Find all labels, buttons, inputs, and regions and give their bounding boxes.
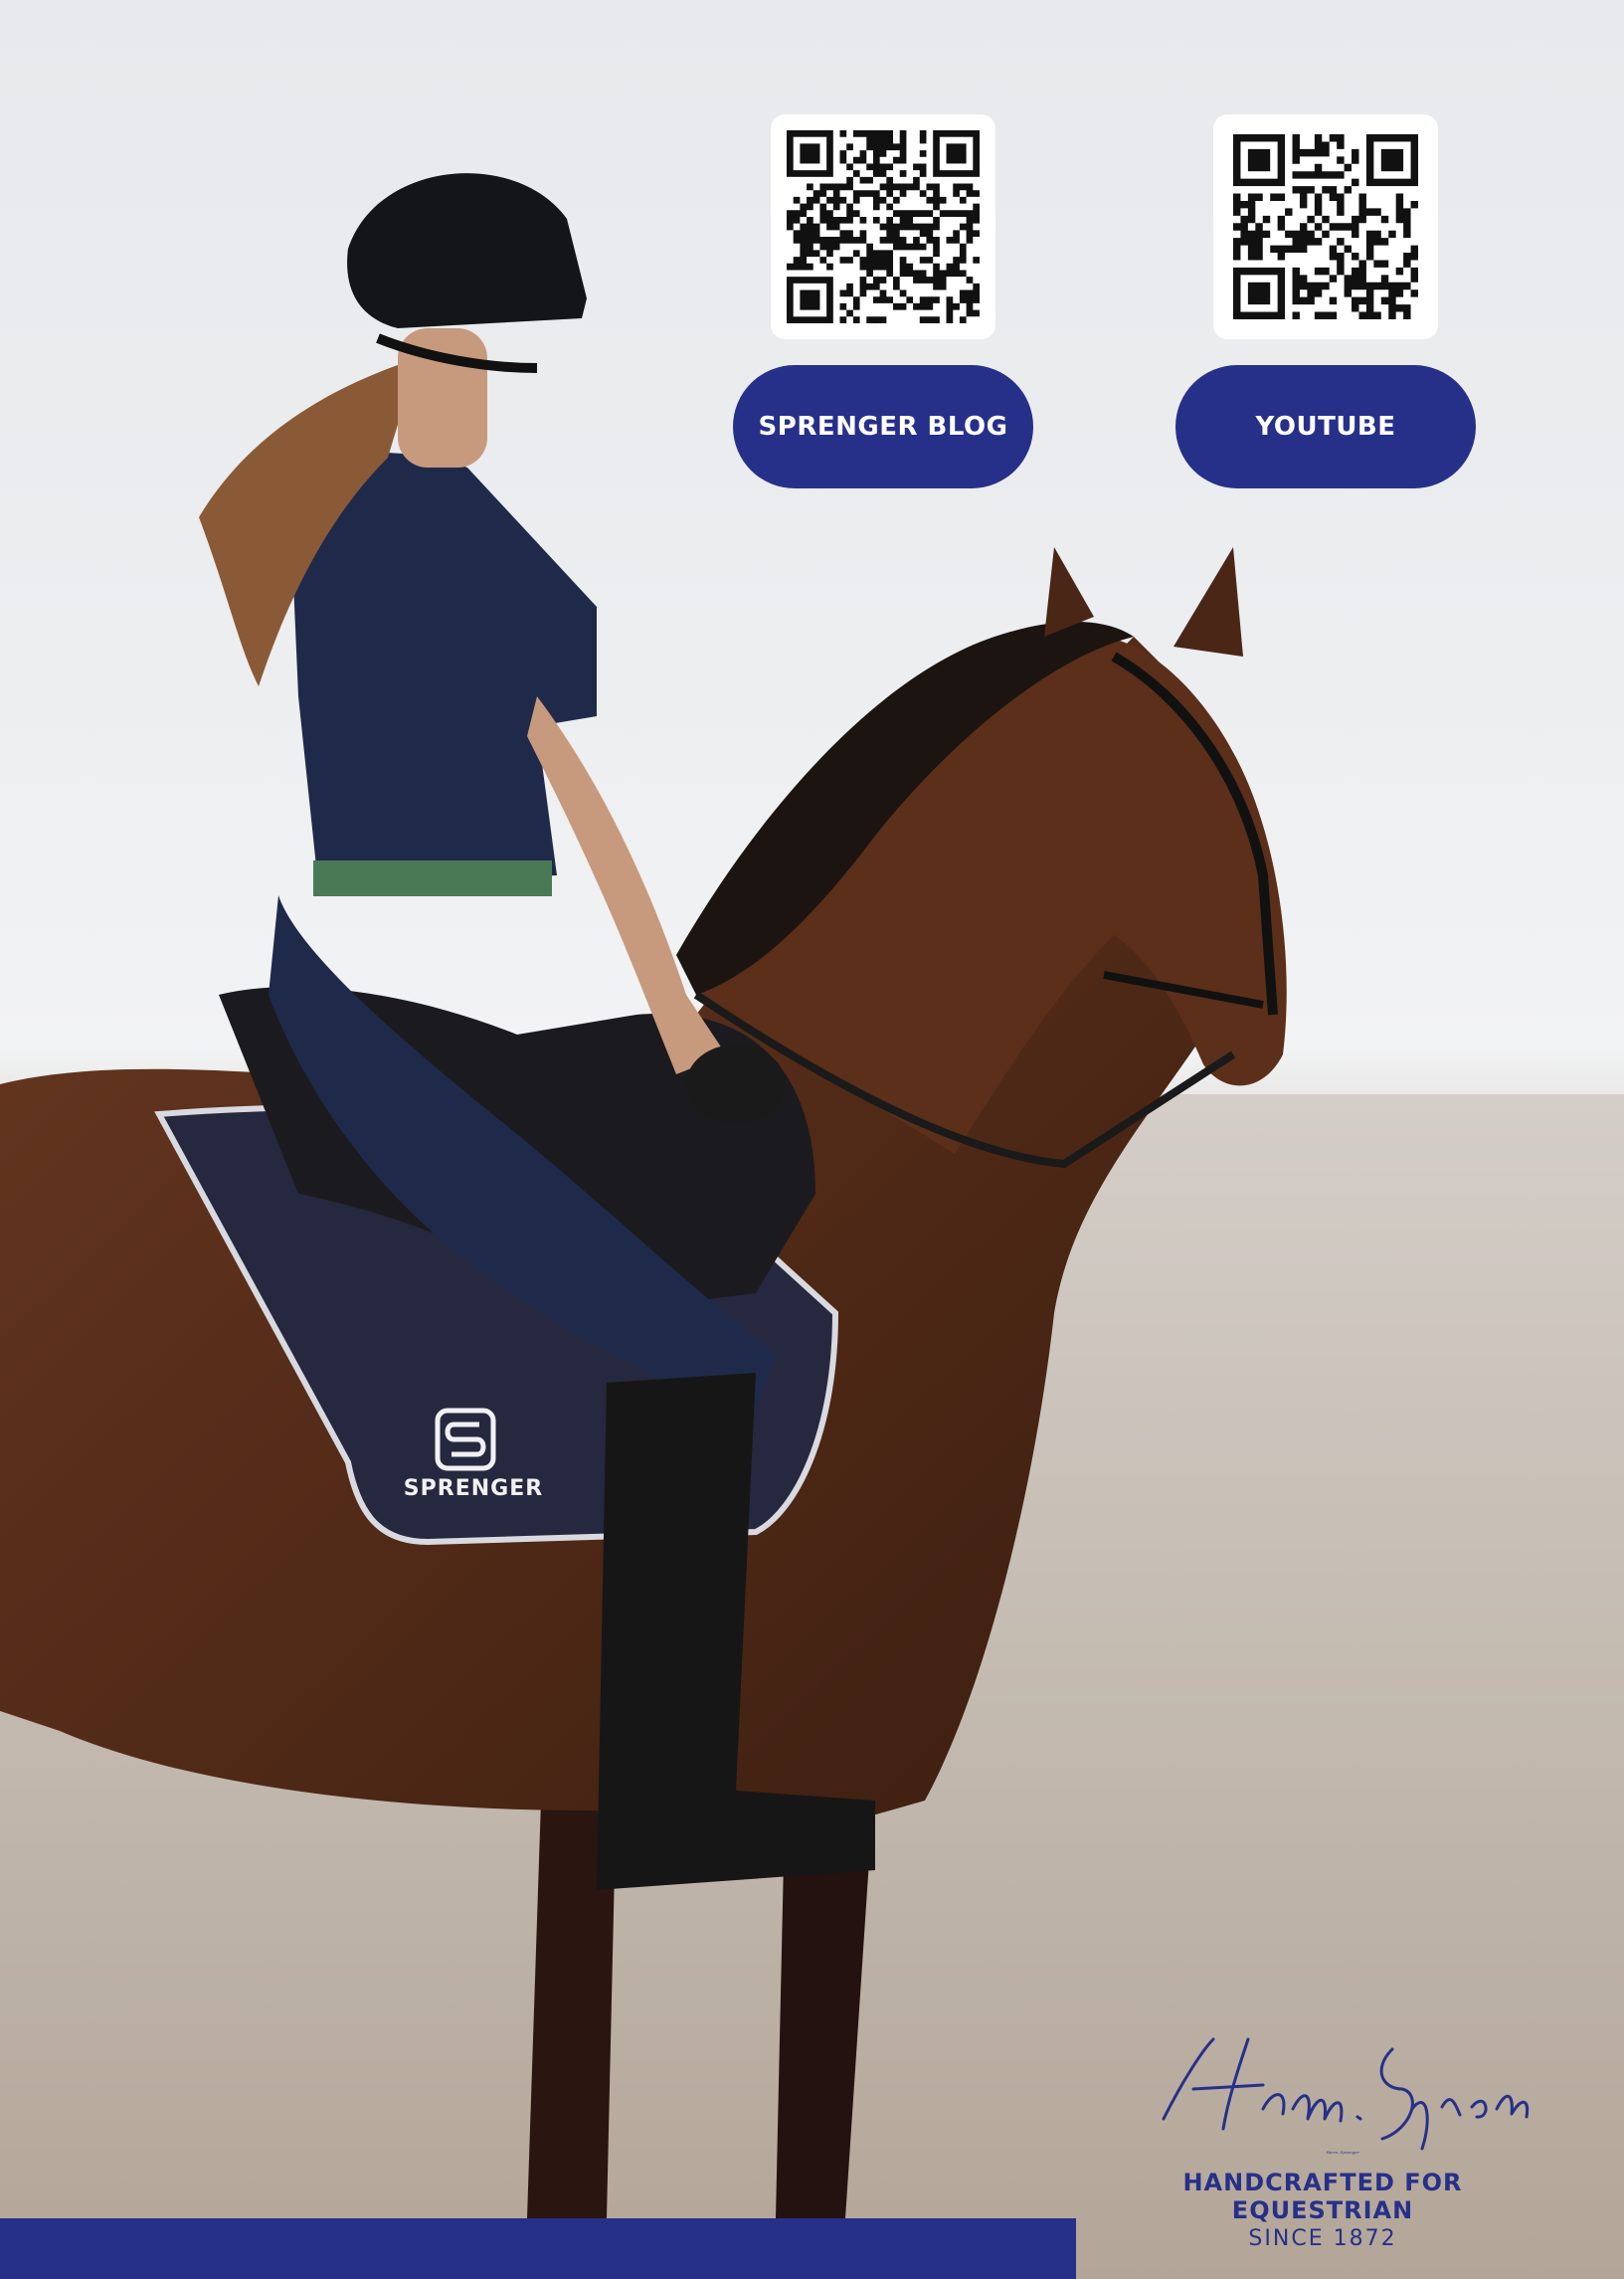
riding-helmet	[347, 173, 587, 328]
signature-text: Herm. Sprenger	[1325, 2150, 1359, 2155]
qr-code-icon	[1233, 134, 1418, 319]
tagline-main: HANDCRAFTED FOR EQUESTRIAN	[1182, 2169, 1463, 2224]
qr-code-icon	[787, 130, 980, 323]
brand-tagline: HANDCRAFTED FOR EQUESTRIAN SINCE 1872	[1094, 2169, 1551, 2251]
qr-card-blog[interactable]	[771, 114, 995, 339]
rider-horse-photo: SPRENGER	[0, 173, 1624, 2279]
saddle-pad-logo: SPRENGER	[404, 1476, 543, 1501]
bottom-accent-bar	[0, 2218, 1076, 2279]
horse-ear	[1173, 547, 1243, 657]
riding-glove	[686, 1045, 786, 1124]
rider-belt	[313, 860, 552, 896]
qr-card-youtube[interactable]	[1213, 114, 1438, 339]
brochure-page: SPRENGER SPRENGER BLOG YOUTUBE Herm. Spr…	[0, 0, 1624, 2279]
youtube-button[interactable]: YOUTUBE	[1175, 365, 1476, 488]
signature-logo: Herm. Sprenger	[1162, 2037, 1530, 2155]
signature: Herm. Sprenger	[1144, 2019, 1541, 2159]
sprenger-blog-button[interactable]: SPRENGER BLOG	[733, 365, 1033, 488]
tagline-since: SINCE 1872	[1248, 2226, 1397, 2251]
